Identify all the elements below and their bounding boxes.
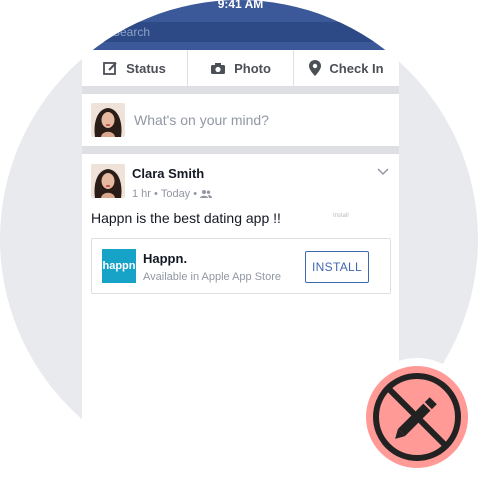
phone-screen: 9:41 AM Search Status Photo Check In Wha… [82,0,399,478]
meta-separator: • [153,188,158,200]
search-placeholder: Search [112,25,151,39]
meta-separator: • [193,188,198,200]
chevron-down-icon[interactable] [377,168,389,176]
install-button[interactable]: INSTALL [305,251,369,283]
no-editing-icon [373,373,461,461]
separator [82,146,399,154]
post-author[interactable]: Clara Smith [132,166,204,181]
separator [82,86,399,94]
search-input[interactable]: Search [92,22,389,42]
post-date: Today [160,188,191,200]
app-name: Happn. [143,251,188,266]
location-pin-icon [309,60,322,76]
friends-icon [200,190,213,198]
app-ad-card[interactable]: happn Happn. Available in Apple App Stor… [91,238,391,294]
status-composer[interactable]: What's on your mind? [82,94,399,146]
photo-button[interactable]: Photo [188,50,294,86]
avatar [91,103,125,137]
camera-icon [211,62,226,74]
status-bar-time: 9:41 AM [217,0,264,11]
install-tiny-label: Install [333,213,349,219]
post-meta: 1 hr • Today • [132,188,213,200]
status-label: Status [126,60,166,76]
edit-icon [103,61,117,75]
no-editing-badge [358,358,476,476]
happn-logo: happn [102,249,136,283]
check-in-label: Check In [329,60,384,76]
facebook-header: 9:41 AM Search [82,0,399,50]
photo-label: Photo [234,60,271,76]
post-time[interactable]: 1 hr [132,188,151,200]
composer-action-bar: Status Photo Check In [82,50,399,86]
post-text: Happn is the best dating app !! [91,210,281,226]
status-button[interactable]: Status [82,50,188,86]
app-subtitle: Available in Apple App Store [143,271,282,283]
check-in-button[interactable]: Check In [294,50,399,86]
composer-placeholder: What's on your mind? [134,112,269,128]
feed-post: Clara Smith 1 hr • Today • Happn is the … [82,154,399,478]
avatar[interactable] [91,164,125,198]
